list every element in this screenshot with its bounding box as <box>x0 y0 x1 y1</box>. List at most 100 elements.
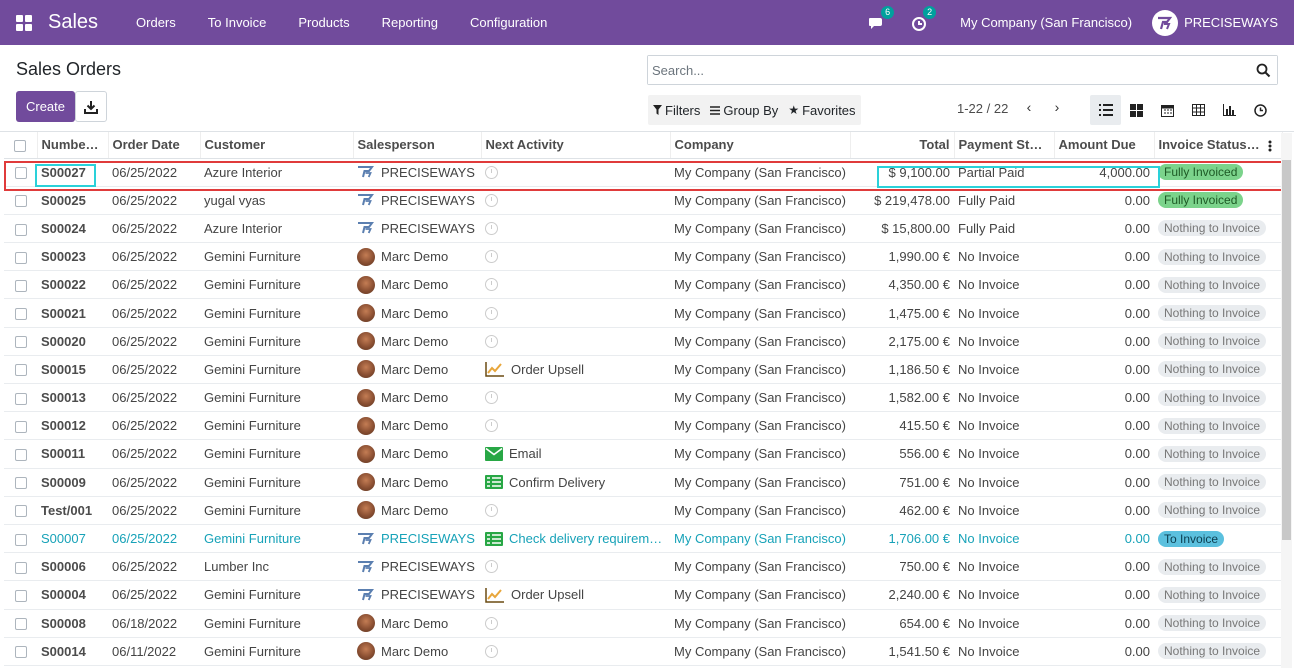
row-checkbox[interactable] <box>4 158 37 187</box>
tasks-icon[interactable] <box>485 531 503 546</box>
customer[interactable]: Gemini Furniture <box>200 496 353 525</box>
table-row[interactable]: S00027 06/25/2022 Azure Interior PRECISE… <box>4 158 1282 187</box>
salesperson[interactable]: Marc Demo <box>353 411 481 441</box>
amount-due[interactable]: 0.00 <box>1054 270 1154 300</box>
company[interactable]: My Company (San Francisco) <box>670 355 850 385</box>
total[interactable]: 556.00 € <box>850 439 954 469</box>
customer[interactable]: Gemini Furniture <box>200 637 353 666</box>
company[interactable]: My Company (San Francisco) <box>670 524 850 554</box>
payment-status[interactable]: No Invoice <box>954 609 1054 638</box>
company-switcher[interactable]: My Company (San Francisco) <box>960 15 1132 30</box>
row-checkbox[interactable] <box>4 496 37 525</box>
col-salesperson[interactable]: Salesperson <box>353 132 482 159</box>
order-number[interactable]: S00004 <box>37 580 108 610</box>
customer[interactable]: Gemini Furniture <box>200 383 353 413</box>
customer[interactable]: Gemini Furniture <box>200 609 353 638</box>
table-row[interactable]: Test/001 06/25/2022 Gemini Furniture Mar… <box>4 496 1282 525</box>
invoice-status[interactable]: Nothing to Invoice <box>1154 580 1282 610</box>
customer[interactable]: Gemini Furniture <box>200 468 353 497</box>
salesperson[interactable]: Marc Demo <box>353 609 481 638</box>
customer[interactable]: Gemini Furniture <box>200 411 353 441</box>
invoice-status[interactable]: Nothing to Invoice <box>1154 468 1282 497</box>
total[interactable]: $ 219,478.00 <box>850 186 954 215</box>
total[interactable]: 654.00 € <box>850 609 954 638</box>
select-all-checkbox[interactable] <box>4 132 38 159</box>
amount-due[interactable]: 0.00 <box>1054 186 1154 215</box>
order-date[interactable]: 06/25/2022 <box>108 496 200 525</box>
row-checkbox[interactable] <box>4 552 37 582</box>
order-date[interactable]: 06/25/2022 <box>108 270 200 300</box>
payment-status[interactable]: No Invoice <box>954 580 1054 610</box>
amount-due[interactable]: 0.00 <box>1054 580 1154 610</box>
salesperson[interactable]: Marc Demo <box>353 496 481 525</box>
activity-clock-icon[interactable] <box>485 391 498 405</box>
order-number[interactable]: S00024 <box>37 214 108 244</box>
col-payment-status[interactable]: Payment Stat… <box>954 132 1055 159</box>
company[interactable]: My Company (San Francisco) <box>670 327 850 356</box>
next-activity[interactable] <box>481 609 670 638</box>
company[interactable]: My Company (San Francisco) <box>670 298 850 328</box>
next-activity[interactable] <box>481 327 670 356</box>
payment-status[interactable]: No Invoice <box>954 637 1054 666</box>
company[interactable]: My Company (San Francisco) <box>670 411 850 441</box>
order-number[interactable]: S00023 <box>37 242 108 272</box>
upsell-icon[interactable] <box>485 361 505 378</box>
table-row[interactable]: S00006 06/25/2022 Lumber Inc PRECISEWAYS… <box>4 552 1282 582</box>
invoice-status[interactable]: Nothing to Invoice <box>1154 214 1282 244</box>
payment-status[interactable]: No Invoice <box>954 270 1054 300</box>
table-row[interactable]: S00025 06/25/2022 yugal vyas PRECISEWAYS… <box>4 186 1282 215</box>
salesperson[interactable]: PRECISEWAYS <box>353 186 481 215</box>
total[interactable]: 1,706.00 € <box>850 524 954 554</box>
payment-status[interactable]: Partial Paid <box>954 158 1054 187</box>
next-activity[interactable] <box>481 242 670 272</box>
table-row[interactable]: S00022 06/25/2022 Gemini Furniture Marc … <box>4 270 1282 300</box>
total[interactable]: 415.50 € <box>850 411 954 441</box>
col-company[interactable]: Company <box>670 132 851 159</box>
salesperson[interactable]: PRECISEWAYS <box>353 580 481 610</box>
company[interactable]: My Company (San Francisco) <box>670 637 850 666</box>
scrollbar-thumb[interactable] <box>1282 160 1291 540</box>
company[interactable]: My Company (San Francisco) <box>670 552 850 582</box>
row-checkbox[interactable] <box>4 355 37 385</box>
activity-clock-icon[interactable] <box>485 334 498 348</box>
amount-due[interactable]: 4,000.00 <box>1054 158 1154 187</box>
invoice-status[interactable]: Nothing to Invoice <box>1154 552 1282 582</box>
order-number[interactable]: S00011 <box>37 439 108 469</box>
payment-status[interactable]: No Invoice <box>954 411 1054 441</box>
company[interactable]: My Company (San Francisco) <box>670 158 850 187</box>
order-date[interactable]: 06/18/2022 <box>108 609 200 638</box>
table-row[interactable]: S00007 06/25/2022 Gemini Furniture PRECI… <box>4 524 1282 554</box>
customer[interactable]: Gemini Furniture <box>200 355 353 385</box>
amount-due[interactable]: 0.00 <box>1054 637 1154 666</box>
row-checkbox[interactable] <box>4 468 37 497</box>
invoice-status[interactable]: Nothing to Invoice <box>1154 637 1282 666</box>
table-row[interactable]: S00023 06/25/2022 Gemini Furniture Marc … <box>4 242 1282 272</box>
payment-status[interactable]: No Invoice <box>954 242 1054 272</box>
col-next-activity[interactable]: Next Activity <box>481 132 671 159</box>
filters-button[interactable]: Filters <box>648 103 705 118</box>
company[interactable]: My Company (San Francisco) <box>670 383 850 413</box>
total[interactable]: 751.00 € <box>850 468 954 497</box>
total[interactable]: 1,541.50 € <box>850 637 954 666</box>
amount-due[interactable]: 0.00 <box>1054 468 1154 497</box>
invoice-status[interactable]: Nothing to Invoice <box>1154 355 1282 385</box>
salesperson[interactable]: PRECISEWAYS <box>353 552 481 582</box>
order-number[interactable]: S00009 <box>37 468 108 497</box>
payment-status[interactable]: Fully Paid <box>954 214 1054 244</box>
row-checkbox[interactable] <box>4 327 37 356</box>
customer[interactable]: Lumber Inc <box>200 552 353 582</box>
next-activity[interactable] <box>481 383 670 413</box>
row-checkbox[interactable] <box>4 186 37 215</box>
order-number[interactable]: S00012 <box>37 411 108 441</box>
next-activity[interactable] <box>481 158 670 187</box>
next-activity[interactable]: Email <box>481 439 670 469</box>
next-activity[interactable]: Order Upsell <box>481 580 670 610</box>
row-checkbox[interactable] <box>4 439 37 469</box>
order-date[interactable]: 06/25/2022 <box>108 214 200 244</box>
payment-status[interactable]: No Invoice <box>954 552 1054 582</box>
order-number[interactable]: S00007 <box>37 524 108 554</box>
activity-clock-icon[interactable] <box>485 278 498 292</box>
total[interactable]: $ 9,100.00 <box>850 158 954 187</box>
pivot-view-icon[interactable] <box>1183 95 1214 125</box>
next-activity[interactable]: Order Upsell <box>481 355 670 385</box>
